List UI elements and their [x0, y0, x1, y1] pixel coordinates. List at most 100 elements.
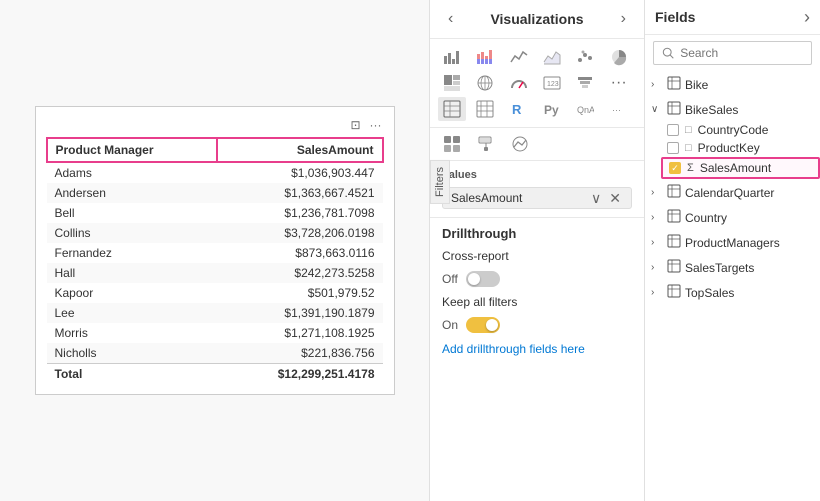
field-group-name: Country	[685, 211, 727, 225]
keep-filters-row: Keep all filters	[442, 295, 632, 309]
col-header-amount: SalesAmount	[217, 138, 383, 162]
amount-cell: $1,391,190.1879	[217, 303, 383, 323]
chevron-icon: ›	[651, 187, 663, 198]
field-group: ›TopSales	[645, 281, 820, 304]
left-panel: ⊡ ··· Product Manager SalesAmount Adams$…	[0, 0, 430, 501]
paint-roller-icon[interactable]	[472, 132, 500, 156]
manager-cell: Fernandez	[47, 243, 217, 263]
field-item-productkey[interactable]: □ProductKey	[661, 139, 820, 157]
scatter-chart-icon[interactable]	[571, 45, 599, 69]
viz-nav-left[interactable]: ‹	[442, 8, 459, 30]
fields-expand-button[interactable]: ›	[804, 8, 810, 26]
table-row: Bell$1,236,781.7098	[47, 203, 383, 223]
manager-cell: Morris	[47, 323, 217, 343]
data-table: Product Manager SalesAmount Adams$1,036,…	[46, 137, 384, 384]
pill-dropdown[interactable]: ∨	[589, 191, 603, 205]
search-icon	[662, 46, 674, 60]
amount-cell: $1,271,108.1925	[217, 323, 383, 343]
col-header-manager: Product Manager	[47, 138, 217, 162]
field-checkbox[interactable]	[667, 142, 679, 154]
stacked-bar-icon[interactable]	[471, 45, 499, 69]
card-icon[interactable]: 123	[538, 71, 566, 95]
expand-icon[interactable]: ⊡	[348, 117, 364, 133]
bar-chart-icon[interactable]	[438, 45, 466, 69]
manager-cell: Kapoor	[47, 283, 217, 303]
svg-text:R: R	[512, 102, 522, 117]
keep-filters-state: On	[442, 318, 458, 332]
svg-text:QnA: QnA	[577, 105, 594, 115]
pill-remove[interactable]: ✕	[607, 191, 623, 205]
field-group-name: TopSales	[685, 286, 734, 300]
field-item-countrycode[interactable]: □CountryCode	[661, 121, 820, 139]
analytics-icon[interactable]	[506, 132, 534, 156]
table-icon[interactable]	[438, 97, 466, 121]
amount-cell: $873,663.0116	[217, 243, 383, 263]
matrix-icon[interactable]	[471, 97, 499, 121]
field-group-header-country[interactable]: ›Country	[645, 206, 820, 229]
field-group-header-calendarquarter[interactable]: › CalendarQuarter	[645, 181, 820, 204]
map-icon[interactable]	[471, 71, 499, 95]
table-toolbar: ⊡ ···	[46, 117, 384, 133]
viz-panel-header: ‹ Visualizations ›	[430, 0, 644, 39]
table-row: Lee$1,391,190.1879	[47, 303, 383, 323]
field-group: ∨BikeSales□CountryCode□ProductKey Σ SalesA…	[645, 98, 820, 179]
field-group-header-salestargets[interactable]: ›SalesTargets	[645, 256, 820, 279]
table-row: Collins$3,728,206.0198	[47, 223, 383, 243]
field-checkbox[interactable]	[667, 124, 679, 136]
field-checkbox[interactable]	[669, 162, 681, 174]
amount-cell: $221,836.756	[217, 343, 383, 364]
fields-title: Fields	[655, 9, 695, 25]
fields-search-box[interactable]	[653, 41, 812, 65]
r-visual-icon[interactable]: R	[505, 97, 533, 121]
format-icon[interactable]	[438, 132, 466, 156]
manager-cell: Collins	[47, 223, 217, 243]
sales-amount-pill[interactable]: SalesAmount ∨ ✕	[442, 187, 632, 209]
manager-cell: Adams	[47, 162, 217, 183]
field-group: ›Bike	[645, 73, 820, 96]
field-name-label: SalesAmount	[700, 161, 771, 175]
field-group-name: Bike	[685, 78, 708, 92]
cross-report-toggle[interactable]	[466, 271, 500, 287]
line-chart-icon[interactable]	[505, 45, 533, 69]
table-row: Kapoor$501,979.52	[47, 283, 383, 303]
qna-icon[interactable]: QnA	[571, 97, 599, 121]
chevron-icon: ›	[651, 237, 663, 248]
table-row: Fernandez$873,663.0116	[47, 243, 383, 263]
field-item-salesamount[interactable]: Σ SalesAmount	[661, 157, 820, 179]
field-group-name: CalendarQuarter	[685, 186, 774, 200]
treemap-icon[interactable]	[438, 71, 466, 95]
more-icon[interactable]: ···	[368, 117, 384, 133]
total-amount: $12,299,251.4178	[217, 364, 383, 385]
keep-filters-toggle-row: On	[442, 317, 632, 333]
pie-chart-icon[interactable]	[605, 45, 633, 69]
area-chart-icon[interactable]	[538, 45, 566, 69]
field-group-header-topsales[interactable]: ›TopSales	[645, 281, 820, 304]
field-group: › CalendarQuarter	[645, 181, 820, 204]
python-icon[interactable]: Py	[538, 97, 566, 121]
add-drillthrough-button[interactable]: Add drillthrough fields here	[442, 342, 585, 356]
gauge-icon[interactable]	[505, 71, 533, 95]
keep-filters-toggle[interactable]	[466, 317, 500, 333]
ai-icon[interactable]: ···	[605, 97, 633, 121]
more-viz-icon[interactable]: ···	[605, 71, 633, 95]
sigma-icon: Σ	[687, 162, 694, 174]
cross-report-track[interactable]	[466, 271, 500, 287]
field-group-header-productmanagers[interactable]: ›ProductManagers	[645, 231, 820, 254]
amount-cell: $501,979.52	[217, 283, 383, 303]
viz-nav-right[interactable]: ›	[615, 8, 632, 30]
filters-bar: Filters	[430, 160, 450, 204]
cross-report-label: Cross-report	[442, 249, 509, 263]
chevron-icon: ›	[651, 262, 663, 273]
field-items: □CountryCode□ProductKey Σ SalesAmount	[645, 121, 820, 179]
fields-panel-header: Fields ›	[645, 0, 820, 35]
drillthrough-section: Drillthrough Cross-report Off Keep all f…	[430, 218, 644, 364]
viz-panel-title: Visualizations	[490, 11, 583, 27]
search-input[interactable]	[680, 46, 803, 60]
field-group-header-bike[interactable]: ›Bike	[645, 73, 820, 96]
table-row: Nicholls$221,836.756	[47, 343, 383, 364]
amount-cell: $242,273.5258	[217, 263, 383, 283]
funnel-icon[interactable]	[571, 71, 599, 95]
keep-filters-track[interactable]	[466, 317, 500, 333]
field-group-header-bikesales[interactable]: ∨BikeSales	[645, 98, 820, 121]
fields-list: ›Bike∨BikeSales□CountryCode□ProductKeyΣS…	[645, 71, 820, 501]
